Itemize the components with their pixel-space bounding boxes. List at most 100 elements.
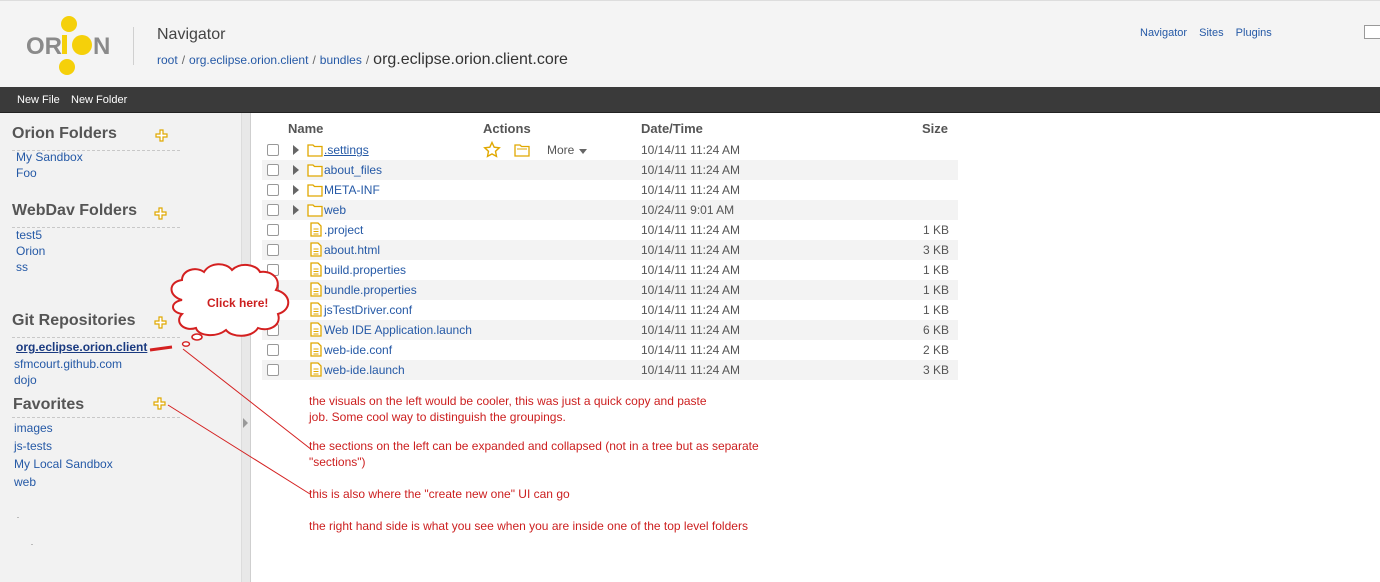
row-checkbox[interactable]: [267, 284, 279, 296]
file-name-link[interactable]: about_files: [324, 163, 382, 177]
breadcrumb-root[interactable]: root: [157, 53, 178, 67]
row-checkbox[interactable]: [267, 204, 279, 216]
new-folder-button[interactable]: New Folder: [71, 94, 127, 106]
breadcrumb-bundles[interactable]: bundles: [320, 53, 362, 67]
row-checkbox[interactable]: [267, 164, 279, 176]
orion-logo[interactable]: OR N: [22, 15, 114, 77]
row-checkbox[interactable]: [267, 324, 279, 336]
row-size: 3 KB: [922, 363, 949, 377]
table-row[interactable]: about_files 10/14/11 11:24 AM: [262, 160, 958, 180]
open-folder-icon[interactable]: [514, 143, 530, 157]
sidebar-item-my-local-sandbox[interactable]: My Local Sandbox: [14, 457, 113, 471]
row-date: 10/14/11 11:24 AM: [641, 263, 740, 277]
table-row[interactable]: Web IDE Application.launch 10/14/11 11:24…: [262, 320, 958, 340]
section-title-webdav-folders[interactable]: WebDav Folders: [12, 202, 137, 220]
add-icon[interactable]: [153, 397, 166, 410]
table-row[interactable]: META-INF 10/14/11 11:24 AM: [262, 180, 958, 200]
row-checkbox[interactable]: [267, 304, 279, 316]
file-name-link[interactable]: jsTestDriver.conf: [324, 303, 412, 317]
row-checkbox[interactable]: [267, 344, 279, 356]
sidebar-item-ss[interactable]: ss: [16, 260, 28, 274]
annotation-note-1-line-2: job. Some cool way to distinguish the gr…: [309, 410, 566, 424]
row-checkbox[interactable]: [267, 184, 279, 196]
section-title-git-repositories[interactable]: Git Repositories: [12, 312, 136, 330]
file-icon: [309, 242, 325, 257]
annotation-note-2-line-1: the sections on the left can be expanded…: [309, 439, 759, 453]
sidebar-item-orion[interactable]: Orion: [16, 244, 45, 258]
file-name-link[interactable]: about.html: [324, 243, 380, 257]
section-title-favorites[interactable]: Favorites: [13, 396, 84, 414]
file-name-link[interactable]: web: [324, 203, 346, 217]
row-date: 10/14/11 11:24 AM: [641, 363, 740, 377]
file-name-link[interactable]: .settings: [324, 143, 369, 157]
row-size: 1 KB: [922, 263, 949, 277]
table-row[interactable]: about.html 10/14/11 11:24 AM 3 KB: [262, 240, 958, 260]
table-row[interactable]: .project 10/14/11 11:24 AM 1 KB: [262, 220, 958, 240]
top-link-plugins[interactable]: Plugins: [1236, 27, 1272, 39]
toolbar: New File New Folder: [0, 87, 1380, 113]
svg-text:OR: OR: [26, 33, 62, 60]
chevron-down-icon[interactable]: [579, 149, 587, 154]
row-date: 10/14/11 11:24 AM: [641, 163, 740, 177]
table-row[interactable]: .settings More 10/14/11 11:24 AM: [262, 140, 958, 160]
row-size: 6 KB: [922, 323, 949, 337]
file-name-link[interactable]: bundle.properties: [324, 283, 417, 297]
logo-divider: [133, 27, 134, 65]
user-menu-box[interactable]: [1364, 25, 1380, 39]
table-row[interactable]: web-ide.conf 10/14/11 11:24 AM 2 KB: [262, 340, 958, 360]
file-name-link[interactable]: META-INF: [324, 183, 380, 197]
table-row[interactable]: bundle.properties 10/14/11 11:24 AM 1 KB: [262, 280, 958, 300]
speck: [31, 544, 33, 545]
sidebar-splitter[interactable]: [242, 113, 251, 582]
column-header-date[interactable]: Date/Time: [641, 121, 703, 136]
row-date: 10/14/11 11:24 AM: [641, 243, 740, 257]
row-checkbox[interactable]: [267, 264, 279, 276]
column-header-name[interactable]: Name: [288, 121, 323, 136]
expand-arrow-icon[interactable]: [293, 185, 299, 195]
page-title: Navigator: [157, 26, 226, 43]
breadcrumb-separator: /: [365, 53, 370, 67]
row-checkbox[interactable]: [267, 364, 279, 376]
column-header-size[interactable]: Size: [922, 121, 948, 136]
row-checkbox[interactable]: [267, 144, 279, 156]
section-title-orion-folders[interactable]: Orion Folders: [12, 125, 117, 143]
sidebar-item-js-tests[interactable]: js-tests: [14, 439, 52, 453]
favorite-star-icon[interactable]: [483, 140, 501, 159]
file-name-link[interactable]: web-ide.launch: [324, 363, 405, 377]
sidebar-item-sfmcourt[interactable]: sfmcourt.github.com: [14, 357, 122, 371]
row-date: 10/14/11 11:24 AM: [641, 143, 740, 157]
file-name-link[interactable]: .project: [324, 223, 363, 237]
row-checkbox[interactable]: [267, 224, 279, 236]
expand-arrow-icon[interactable]: [293, 165, 299, 175]
top-link-sites[interactable]: Sites: [1199, 27, 1223, 39]
add-icon[interactable]: [155, 129, 168, 142]
expand-arrow-icon[interactable]: [243, 418, 248, 428]
top-link-navigator[interactable]: Navigator: [1140, 27, 1187, 39]
section-divider: [12, 417, 180, 418]
table-row[interactable]: web 10/24/11 9:01 AM: [262, 200, 958, 220]
row-checkbox[interactable]: [267, 244, 279, 256]
annotation-note-1-line-1: the visuals on the left would be cooler,…: [309, 394, 707, 408]
expand-arrow-icon[interactable]: [293, 145, 299, 155]
sidebar-item-foo[interactable]: Foo: [16, 166, 37, 180]
sidebar-item-test5[interactable]: test5: [16, 228, 42, 242]
table-row[interactable]: build.properties 10/14/11 11:24 AM 1 KB: [262, 260, 958, 280]
sidebar-item-org-eclipse-orion-client[interactable]: org.eclipse.orion.client: [16, 340, 147, 354]
table-row[interactable]: jsTestDriver.conf 10/14/11 11:24 AM 1 KB: [262, 300, 958, 320]
breadcrumb-client[interactable]: org.eclipse.orion.client: [189, 53, 308, 67]
file-name-link[interactable]: build.properties: [324, 263, 406, 277]
breadcrumb-current: org.eclipse.orion.client.core: [373, 51, 568, 68]
sidebar-item-web[interactable]: web: [14, 475, 36, 489]
file-name-link[interactable]: Web IDE Application.launch: [324, 323, 472, 337]
add-icon[interactable]: [154, 207, 167, 220]
sidebar-item-images[interactable]: images: [14, 421, 53, 435]
more-actions-menu[interactable]: More: [547, 143, 574, 157]
file-name-link[interactable]: web-ide.conf: [324, 343, 392, 357]
add-icon[interactable]: [154, 316, 167, 329]
sidebar-item-my-sandbox[interactable]: My Sandbox: [16, 150, 83, 164]
new-file-button[interactable]: New File: [17, 94, 60, 106]
file-icon: [309, 302, 325, 317]
sidebar-item-dojo[interactable]: dojo: [14, 373, 37, 387]
expand-arrow-icon[interactable]: [293, 205, 299, 215]
table-row[interactable]: web-ide.launch 10/14/11 11:24 AM 3 KB: [262, 360, 958, 380]
